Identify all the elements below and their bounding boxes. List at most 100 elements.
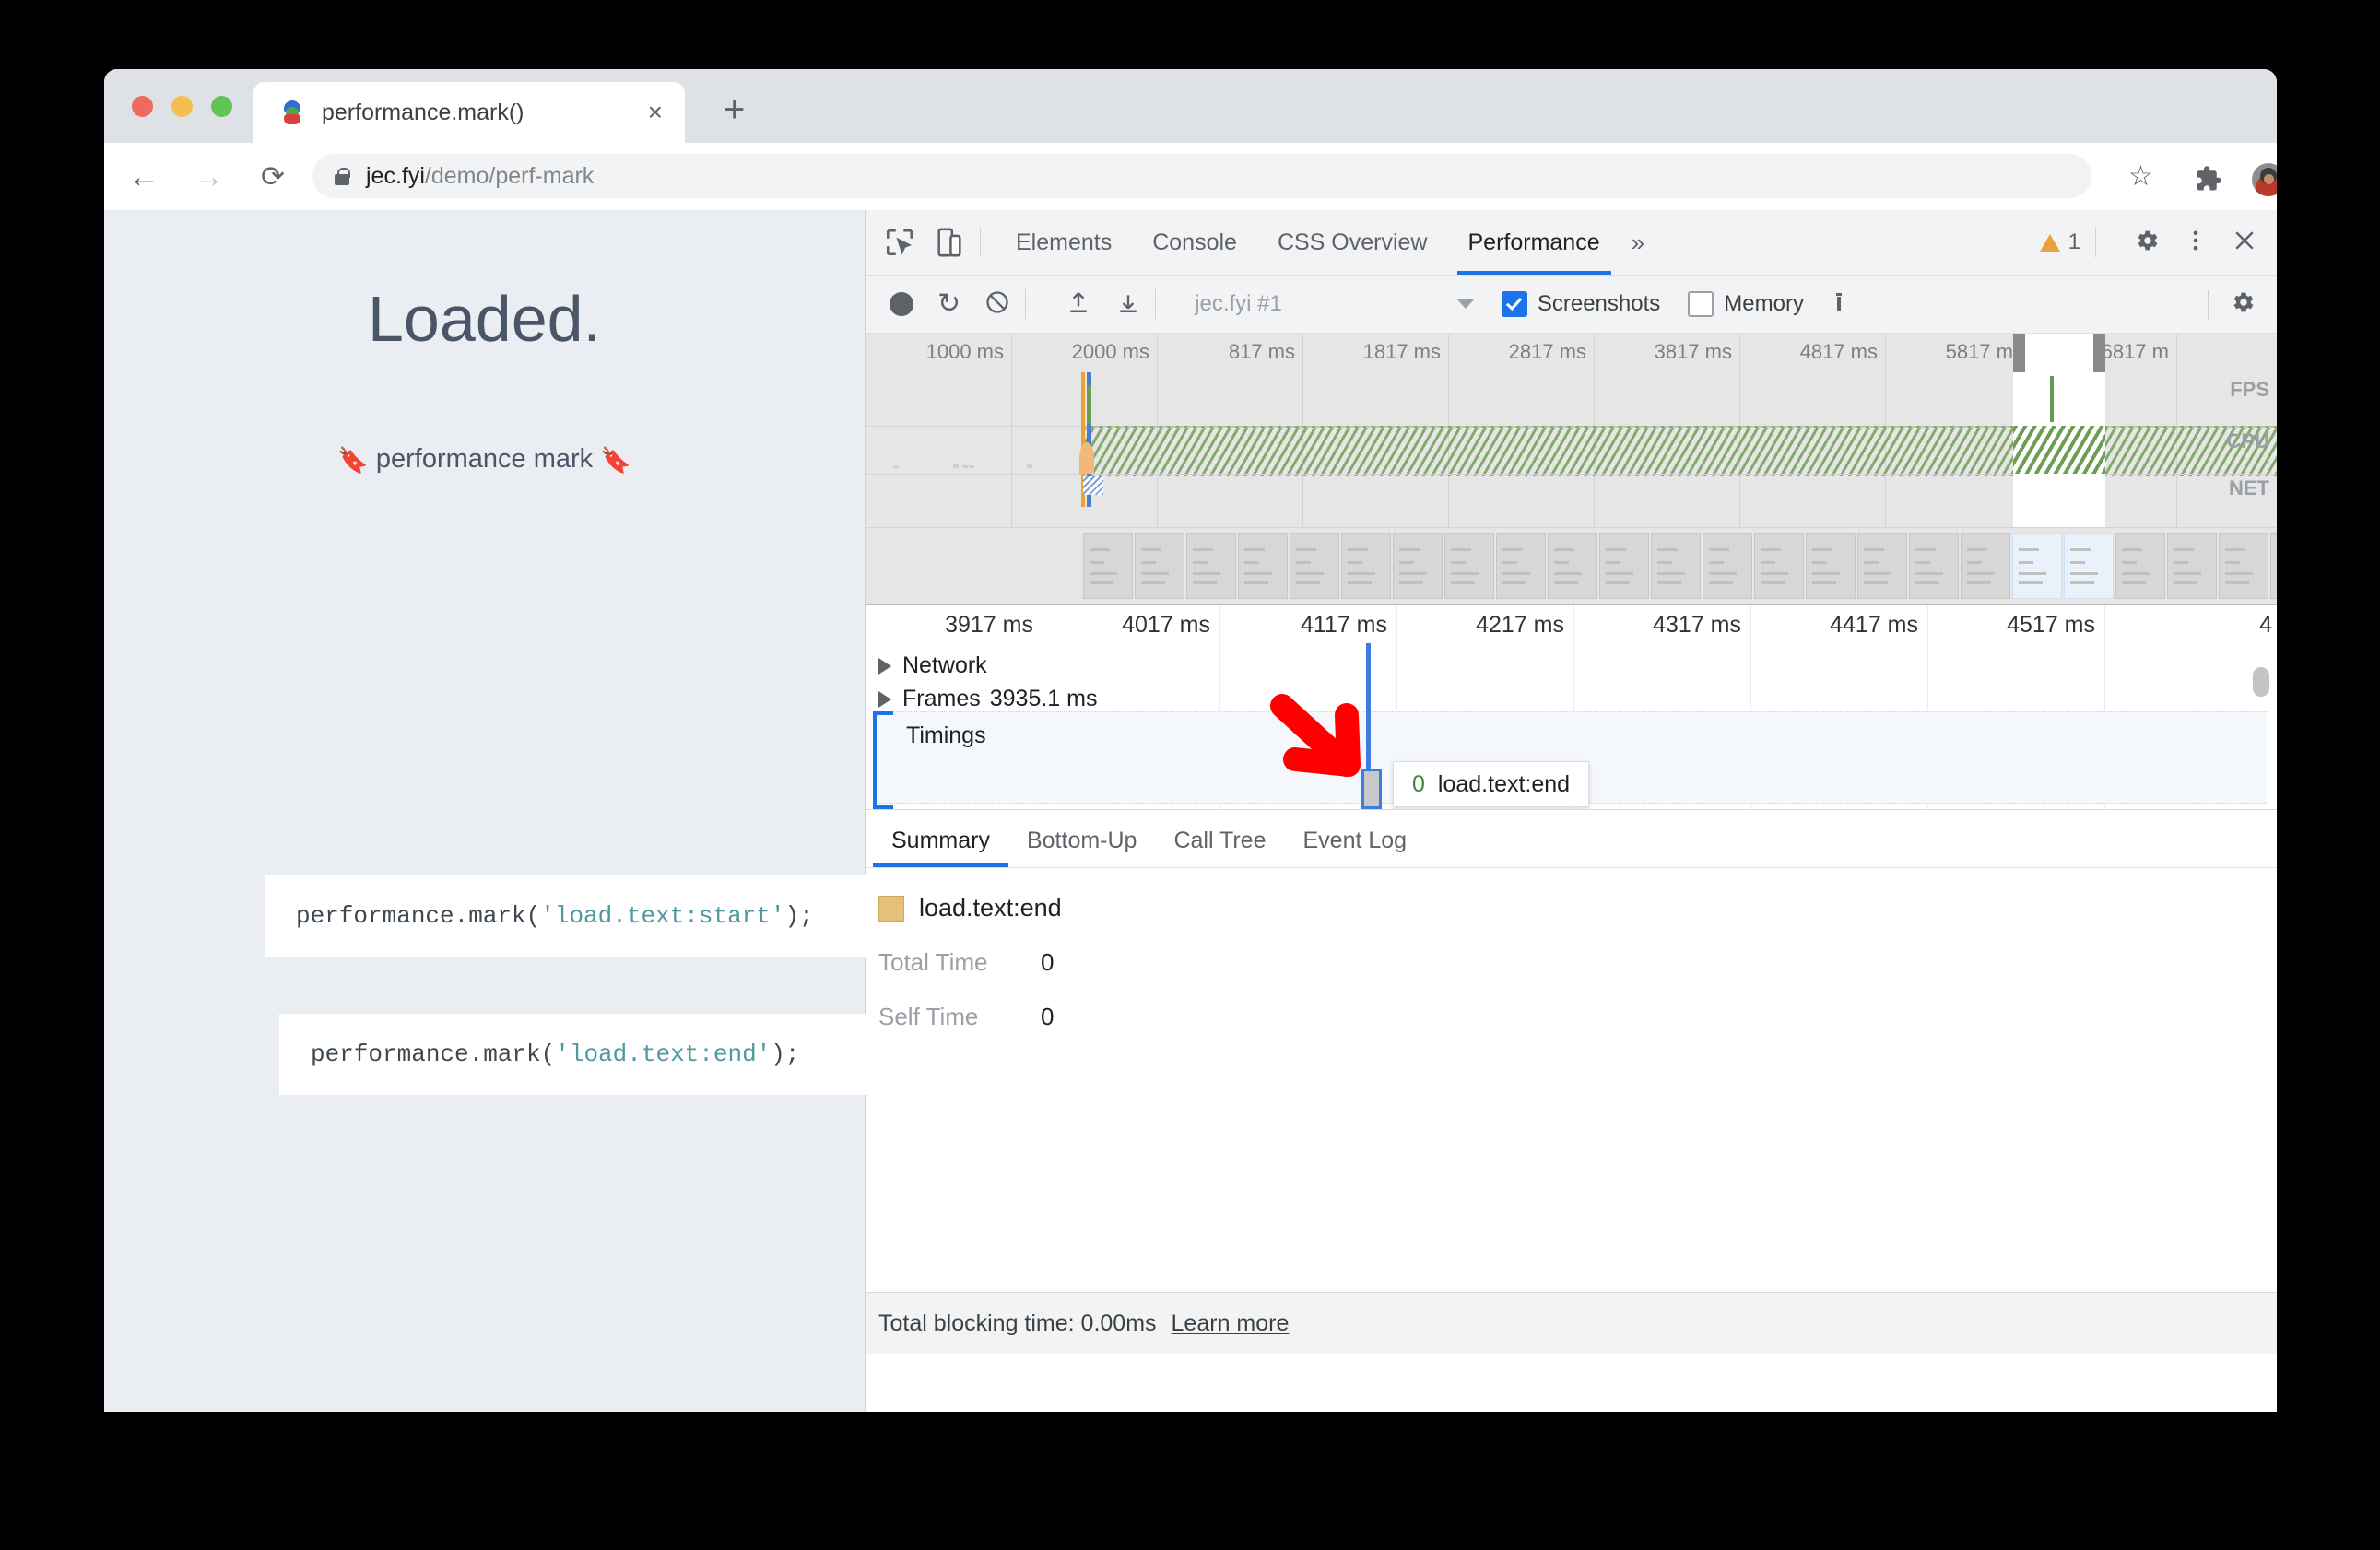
warning-badge[interactable]: 1 bbox=[2039, 229, 2080, 255]
filmstrip-frame[interactable] bbox=[1186, 533, 1236, 599]
devtools-menu-icon[interactable] bbox=[2183, 227, 2209, 259]
track-frames[interactable]: Frames 3935.1 ms bbox=[878, 686, 1097, 712]
url-text: jec.fyi/demo/perf-mark bbox=[366, 163, 594, 190]
clear-recording-icon[interactable] bbox=[984, 289, 1010, 320]
bookmark-star-icon[interactable]: ☆ bbox=[2128, 163, 2153, 191]
back-icon[interactable]: ← bbox=[126, 159, 161, 194]
browser-tab[interactable]: performance.mark() × bbox=[253, 82, 685, 143]
overview-noise-bar bbox=[969, 465, 974, 468]
filmstrip-frame[interactable] bbox=[2270, 533, 2277, 599]
more-tabs-icon[interactable]: » bbox=[1620, 229, 1655, 257]
selection-fps-bar bbox=[2050, 376, 2054, 422]
track-frames-label: Frames bbox=[902, 686, 981, 711]
save-profile-icon[interactable] bbox=[1116, 289, 1140, 320]
filmstrip-frame[interactable] bbox=[1651, 533, 1701, 599]
filmstrip[interactable] bbox=[866, 527, 2277, 605]
session-label: jec.fyi #1 bbox=[1195, 291, 1282, 316]
expand-triangle-icon[interactable] bbox=[878, 690, 891, 708]
filmstrip-frame[interactable] bbox=[1754, 533, 1804, 599]
summary-row-self-time: Self Time 0 bbox=[878, 1003, 2277, 1031]
filmstrip-frame[interactable] bbox=[2115, 533, 2165, 599]
tab-call-tree[interactable]: Call Tree bbox=[1155, 814, 1284, 867]
tab-summary[interactable]: Summary bbox=[873, 814, 1008, 867]
address-bar[interactable]: jec.fyi/demo/perf-mark bbox=[312, 154, 2091, 198]
code-arg: 'load.text:start' bbox=[540, 902, 785, 930]
close-devtools-icon[interactable] bbox=[2231, 227, 2258, 259]
window-maximize-button[interactable] bbox=[211, 96, 232, 117]
filmstrip-frame[interactable] bbox=[2219, 533, 2268, 599]
code-arg: 'load.text:end' bbox=[555, 1040, 772, 1068]
profile-avatar[interactable] bbox=[2252, 163, 2277, 196]
timeline-overview[interactable]: 1000 ms 2000 ms 817 ms 1817 ms 2817 ms 3… bbox=[866, 334, 2277, 527]
expand-triangle-icon[interactable] bbox=[878, 657, 891, 675]
tab-css-overview[interactable]: CSS Overview bbox=[1257, 210, 1448, 275]
tab-elements[interactable]: Elements bbox=[996, 210, 1132, 275]
tab-event-log[interactable]: Event Log bbox=[1285, 814, 1426, 867]
filmstrip-frame[interactable] bbox=[1135, 533, 1184, 599]
filmstrip-frame[interactable] bbox=[1290, 533, 1339, 599]
collect-garbage-icon[interactable] bbox=[1828, 289, 1850, 320]
filmstrip-frame[interactable] bbox=[1961, 533, 2010, 599]
device-toolbar-icon[interactable] bbox=[934, 227, 965, 258]
overview-selection-window[interactable] bbox=[2013, 334, 2105, 527]
filmstrip-frame[interactable] bbox=[1444, 533, 1494, 599]
filmstrip-frame[interactable] bbox=[1341, 533, 1391, 599]
lock-icon bbox=[335, 167, 350, 185]
summary-row-total-time: Total Time 0 bbox=[878, 948, 2277, 977]
filmstrip-frame[interactable] bbox=[1857, 533, 1907, 599]
new-tab-button[interactable]: + bbox=[724, 91, 745, 128]
page-viewport: Loaded. 🔖 performance mark 🔖 performance… bbox=[104, 210, 923, 1412]
window-minimize-button[interactable] bbox=[171, 96, 193, 117]
learn-more-link[interactable]: Learn more bbox=[1172, 1310, 1290, 1337]
filmstrip-frame[interactable] bbox=[1393, 533, 1443, 599]
selection-handle-left[interactable] bbox=[2013, 334, 2025, 372]
capture-settings-gear-icon[interactable] bbox=[2229, 288, 2256, 321]
selection-cpu-fill bbox=[2013, 426, 2105, 474]
tab-bottom-up[interactable]: Bottom-Up bbox=[1008, 814, 1155, 867]
filmstrip-frame[interactable] bbox=[1703, 533, 1752, 599]
filmstrip-frame[interactable] bbox=[1599, 533, 1649, 599]
summary-event: load.text:end bbox=[878, 894, 2277, 922]
reload-icon[interactable]: ⟳ bbox=[255, 159, 290, 194]
tab-console[interactable]: Console bbox=[1132, 210, 1257, 275]
forward-icon[interactable]: → bbox=[191, 159, 226, 194]
filmstrip-frame[interactable] bbox=[2064, 533, 2114, 599]
record-button[interactable] bbox=[890, 292, 913, 316]
record-and-reload-icon[interactable]: ↻ bbox=[937, 290, 960, 318]
warning-triangle-icon bbox=[2039, 233, 2060, 252]
session-dropdown[interactable]: jec.fyi #1 bbox=[1195, 291, 1474, 317]
toolbar-divider bbox=[980, 228, 981, 257]
track-network[interactable]: Network bbox=[878, 652, 987, 679]
window-close-button[interactable] bbox=[132, 96, 153, 117]
overview-noise-bar bbox=[893, 465, 899, 468]
timeline-scrollbar-thumb[interactable] bbox=[2253, 667, 2269, 697]
memory-checkbox-group[interactable]: Memory bbox=[1688, 291, 1804, 317]
timeline-detail[interactable]: 3917 ms 4017 ms 4117 ms 4217 ms 4317 ms … bbox=[866, 605, 2277, 809]
filmstrip-frame[interactable] bbox=[2012, 533, 2062, 599]
filmstrip-frame[interactable] bbox=[1548, 533, 1597, 599]
extensions-puzzle-icon[interactable] bbox=[2195, 165, 2222, 193]
track-network-label: Network bbox=[902, 652, 987, 678]
filmstrip-frame[interactable] bbox=[1909, 533, 1959, 599]
inspect-element-icon[interactable] bbox=[884, 227, 915, 258]
tooltip-count: 0 bbox=[1412, 770, 1425, 797]
tab-performance[interactable]: Performance bbox=[1448, 210, 1620, 275]
filmstrip-frame[interactable] bbox=[2167, 533, 2217, 599]
screenshots-label: Screenshots bbox=[1537, 291, 1661, 316]
close-tab-icon[interactable]: × bbox=[648, 100, 663, 125]
total-time-value: 0 bbox=[1041, 948, 1055, 976]
screenshots-checkbox[interactable] bbox=[1501, 291, 1527, 317]
toolbar-divider bbox=[2095, 228, 2096, 257]
selection-handle-right[interactable] bbox=[2093, 334, 2105, 372]
load-profile-icon[interactable] bbox=[1066, 289, 1090, 320]
filmstrip-frame[interactable] bbox=[1238, 533, 1288, 599]
self-time-label: Self Time bbox=[878, 1003, 979, 1030]
screenshots-checkbox-group[interactable]: Screenshots bbox=[1501, 291, 1661, 317]
track-timings[interactable]: Timings bbox=[906, 722, 986, 749]
filmstrip-frame[interactable] bbox=[1496, 533, 1546, 599]
filmstrip-frame[interactable] bbox=[1806, 533, 1856, 599]
overview-row-label-cpu: CPU bbox=[2226, 429, 2269, 452]
memory-checkbox[interactable] bbox=[1688, 291, 1714, 317]
filmstrip-frame[interactable] bbox=[1083, 533, 1133, 599]
settings-gear-icon[interactable] bbox=[2133, 227, 2161, 259]
